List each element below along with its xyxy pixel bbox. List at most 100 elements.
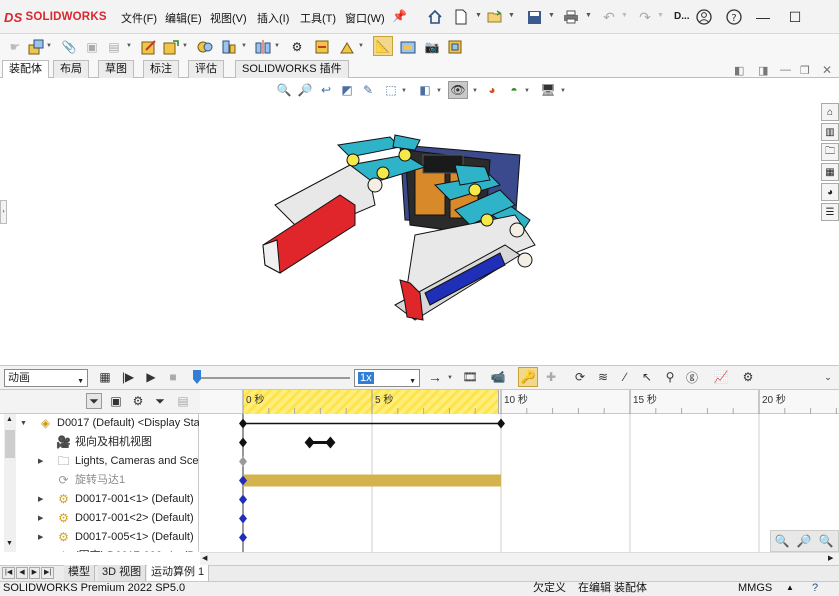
tree-row[interactable]: ▶ ⚙ D0017-005<1> (Default) bbox=[0, 528, 199, 547]
task-pane-custom-properties-icon[interactable]: ☰ bbox=[821, 203, 839, 221]
chevron-right-icon[interactable]: ▶ bbox=[38, 547, 43, 552]
tree-row[interactable]: ▶ 🗀 Lights, Cameras and Sce bbox=[0, 452, 199, 471]
calculate-icon[interactable]: ▦ bbox=[97, 369, 113, 385]
tab-model[interactable]: 模型 bbox=[64, 565, 95, 581]
chevron-down-icon[interactable]: ▼ bbox=[46, 43, 52, 49]
timeline-horizontal-scrollbar[interactable]: ◀ ▶ bbox=[200, 552, 839, 565]
last-tab-icon[interactable]: ▶| bbox=[40, 567, 55, 579]
keyframe-diamond[interactable] bbox=[497, 418, 505, 429]
timeline-tick-label[interactable]: 20 秒 bbox=[762, 393, 786, 406]
instant3d-icon[interactable]: 📐 bbox=[373, 36, 393, 56]
paperclip-icon[interactable]: 📎 bbox=[60, 38, 78, 56]
zoom-to-area-icon[interactable]: 🔎 bbox=[297, 82, 313, 98]
animation-wizard-icon[interactable]: 📹 bbox=[490, 369, 506, 385]
expand-panel-icon[interactable]: ◨ bbox=[758, 64, 768, 77]
chevron-down-icon[interactable]: ▼ bbox=[241, 43, 247, 49]
chevron-down-icon[interactable]: ▼ bbox=[524, 88, 530, 94]
playback-slider-track[interactable] bbox=[196, 377, 350, 379]
chevron-right-icon[interactable]: ▶ bbox=[38, 452, 43, 471]
filter-driving-icon[interactable]: ⚙ bbox=[130, 393, 146, 409]
tree-row[interactable]: ▶ ⚙ (固定) D0017-006<1> (D bbox=[0, 547, 199, 552]
mirror-components-icon[interactable] bbox=[254, 38, 272, 56]
keyframe-diamond[interactable] bbox=[304, 436, 315, 449]
hand-tool-icon[interactable]: ☛ bbox=[6, 38, 24, 56]
task-pane-view-palette-icon[interactable]: ▦ bbox=[821, 163, 839, 181]
display-style-icon[interactable]: ◧ bbox=[417, 82, 433, 98]
timeline-graphics[interactable]: 0 秒 5 秒 10 秒 15 秒 20 秒 bbox=[200, 390, 839, 552]
tab-3d-views[interactable]: 3D 视图 bbox=[98, 565, 147, 581]
hide-show-items-icon[interactable]: 👁 bbox=[448, 81, 468, 99]
next-tab-icon[interactable]: ▶ bbox=[28, 567, 40, 579]
damper-icon[interactable]: ∕ bbox=[617, 369, 633, 385]
minimize-button[interactable]: — bbox=[752, 7, 774, 27]
collapse-motion-manager-icon[interactable]: ⌄ bbox=[820, 369, 836, 385]
task-pane-appearances-icon[interactable]: ◕ bbox=[821, 183, 839, 201]
contact-icon[interactable]: ⚲ bbox=[662, 369, 678, 385]
chevron-down-icon[interactable]: ▼ bbox=[447, 375, 453, 381]
tree-row[interactable]: ▶ ⚙ D0017-001<2> (Default) bbox=[0, 509, 199, 528]
collapse-panel-icon[interactable]: ◧ bbox=[734, 64, 744, 77]
task-pane-home-icon[interactable]: ⌂ bbox=[821, 103, 839, 121]
filter-icon[interactable]: ⏷ bbox=[86, 393, 102, 409]
chevron-down-icon[interactable]: ▼ bbox=[657, 12, 664, 19]
tab-solidworks-addins[interactable]: SOLIDWORKS 插件 bbox=[235, 60, 349, 78]
menu-edit[interactable]: 编辑(E) bbox=[165, 10, 202, 26]
keyframe-diamond[interactable] bbox=[239, 418, 247, 429]
view-settings-icon[interactable]: 🖥 bbox=[540, 82, 556, 98]
study-type-select[interactable]: 动画 ▼ bbox=[4, 369, 88, 387]
previous-view-icon[interactable]: ↩ bbox=[318, 82, 334, 98]
open-folder-icon[interactable] bbox=[486, 7, 504, 27]
timeline-tick-label[interactable]: 0 秒 bbox=[246, 393, 264, 406]
keyframe-diamond[interactable] bbox=[239, 494, 247, 505]
keyframe-diamond[interactable] bbox=[239, 456, 247, 467]
timeline-tick-label[interactable]: 10 秒 bbox=[504, 393, 528, 406]
help-icon[interactable]: ? bbox=[725, 7, 743, 27]
filter-animated-icon[interactable]: ▣ bbox=[108, 393, 124, 409]
chevron-right-icon[interactable]: ▶ bbox=[38, 528, 43, 547]
tab-layout[interactable]: 布局 bbox=[53, 60, 89, 78]
home-icon[interactable] bbox=[426, 7, 444, 27]
prev-tab-icon[interactable]: ◀ bbox=[16, 567, 28, 579]
chevron-down-icon[interactable]: ▼ bbox=[548, 12, 555, 19]
user-icon[interactable] bbox=[695, 7, 713, 27]
tree-row[interactable]: ⟳ 旋转马达1 bbox=[0, 471, 199, 490]
stop-icon[interactable]: ■ bbox=[165, 369, 181, 385]
scroll-left-icon[interactable]: ◀ bbox=[202, 553, 207, 565]
menu-window[interactable]: 窗口(W) bbox=[345, 10, 385, 26]
timeline-tick-label[interactable]: 5 秒 bbox=[375, 393, 393, 406]
filter-selected-icon[interactable]: ⏷ bbox=[152, 393, 168, 409]
motor-duration-bar[interactable] bbox=[243, 474, 501, 487]
insert-component-icon[interactable] bbox=[27, 38, 45, 56]
keyframe-diamond[interactable] bbox=[239, 437, 247, 448]
keyframe-diamond[interactable] bbox=[239, 513, 247, 524]
task-pane-library-icon[interactable]: ▥ bbox=[821, 123, 839, 141]
chevron-down-icon[interactable]: ▼ bbox=[436, 88, 442, 94]
component-pattern-icon[interactable] bbox=[220, 38, 238, 56]
chevron-down-icon[interactable]: ▼ bbox=[126, 43, 132, 49]
chevron-down-icon[interactable]: ▼ bbox=[475, 12, 482, 19]
play-from-start-icon[interactable]: |▶ bbox=[120, 369, 136, 385]
menu-insert[interactable]: 插入(I) bbox=[257, 10, 289, 26]
menu-file[interactable]: 文件(F) bbox=[121, 10, 157, 26]
spring-icon[interactable]: ≋ bbox=[595, 369, 611, 385]
take-snapshot-icon[interactable]: 📷 bbox=[423, 38, 441, 56]
keyframe-diamond[interactable] bbox=[239, 532, 247, 543]
apply-scene-icon[interactable]: ◓ bbox=[506, 82, 522, 98]
section-view-icon[interactable]: ◩ bbox=[339, 82, 355, 98]
chevron-down-icon[interactable]: ▼ bbox=[472, 88, 478, 94]
explode-view-icon[interactable]: ⚙ bbox=[288, 38, 306, 56]
chevron-down-icon[interactable]: ▼ bbox=[585, 12, 592, 19]
zoom-to-fit-icon[interactable]: 🔍 bbox=[774, 533, 790, 549]
redo-icon[interactable]: ↷ bbox=[636, 7, 654, 27]
timeline-area[interactable]: 0 秒 5 秒 10 秒 15 秒 20 秒 bbox=[200, 390, 839, 552]
undo-icon[interactable]: ↶ bbox=[600, 7, 618, 27]
new-document-icon[interactable] bbox=[452, 7, 470, 27]
add-update-key-icon[interactable]: ✚ bbox=[543, 369, 559, 385]
assembly-features-icon[interactable] bbox=[313, 38, 331, 56]
tree-row[interactable]: 🎥 视向及相机视图 bbox=[0, 433, 199, 452]
print-icon[interactable] bbox=[562, 7, 580, 27]
playback-mode-icon[interactable]: → bbox=[427, 369, 443, 385]
filter-results-icon[interactable]: ▤ bbox=[175, 393, 191, 409]
tree-row[interactable]: ▶ ⚙ D0017-001<1> (Default) bbox=[0, 490, 199, 509]
first-tab-icon[interactable]: |◀ bbox=[2, 567, 16, 579]
